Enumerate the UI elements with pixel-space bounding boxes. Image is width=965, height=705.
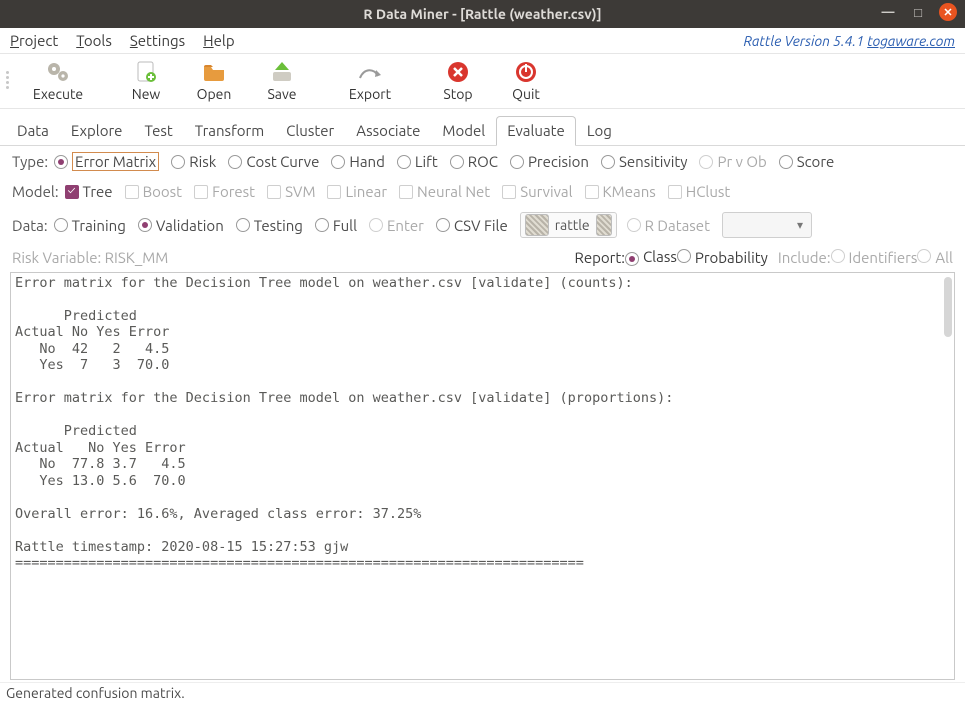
file-icon: [525, 214, 549, 236]
model-forest: Forest: [194, 183, 255, 200]
tab-log[interactable]: Log: [576, 116, 623, 145]
toolbar-handle-icon: [6, 71, 14, 89]
title-bar: R Data Miner - [Rattle (weather.csv)] — …: [0, 0, 965, 28]
export-button[interactable]: Export: [336, 54, 404, 106]
toolbar: Execute New Open Save Export Stop Quit: [0, 54, 965, 109]
new-file-icon: [132, 58, 160, 86]
model-linear: Linear: [327, 183, 387, 200]
report-probability[interactable]: Probability: [677, 249, 768, 266]
menu-tools[interactable]: Tools: [76, 32, 112, 49]
model-label: Model:: [12, 183, 59, 200]
type-prvob: Pr v Ob: [699, 153, 766, 170]
quit-button[interactable]: Quit: [492, 54, 560, 106]
data-validation[interactable]: Validation: [138, 217, 224, 234]
output-panel: Error matrix for the Decision Tree model…: [10, 272, 955, 680]
model-row: Model: Tree Boost Forest SVM Linear Neur…: [0, 177, 965, 206]
menu-project[interactable]: Project: [10, 32, 58, 49]
model-tree[interactable]: Tree: [65, 183, 113, 200]
minimize-icon[interactable]: —: [879, 3, 897, 21]
data-full[interactable]: Full: [315, 217, 357, 234]
model-hclust: HClust: [668, 183, 731, 200]
version-link[interactable]: togaware.com: [867, 33, 955, 49]
tab-data[interactable]: Data: [6, 116, 60, 145]
data-enter: Enter: [369, 217, 424, 234]
type-score[interactable]: Score: [779, 153, 835, 170]
report-row: Risk Variable: RISK_MM Report: Class Pro…: [0, 244, 965, 272]
data-testing[interactable]: Testing: [236, 217, 303, 234]
menu-settings[interactable]: Settings: [130, 32, 185, 49]
status-text: Generated confusion matrix.: [6, 685, 185, 701]
tab-cluster[interactable]: Cluster: [275, 116, 345, 145]
tab-test[interactable]: Test: [133, 116, 183, 145]
status-bar: Generated confusion matrix.: [0, 682, 965, 705]
tab-evaluate[interactable]: Evaluate: [496, 116, 576, 146]
include-identifiers: Identifiers: [831, 249, 918, 266]
type-precision[interactable]: Precision: [510, 153, 589, 170]
data-label: Data:: [12, 217, 48, 234]
model-survival: Survival: [502, 183, 572, 200]
save-button[interactable]: Save: [248, 54, 316, 106]
type-error-matrix[interactable]: Error Matrix: [54, 152, 159, 171]
include-label: Include:: [778, 249, 831, 266]
window-title: R Data Miner - [Rattle (weather.csv)]: [363, 6, 601, 22]
model-boost: Boost: [125, 183, 182, 200]
rdataset-combo: [722, 212, 812, 238]
model-svm: SVM: [267, 183, 315, 200]
menu-help[interactable]: Help: [203, 32, 234, 49]
export-icon: [356, 58, 384, 86]
power-icon: [512, 58, 540, 86]
type-sensitivity[interactable]: Sensitivity: [601, 153, 687, 170]
tab-associate[interactable]: Associate: [345, 116, 431, 145]
model-neural: Neural Net: [399, 183, 490, 200]
tab-explore[interactable]: Explore: [60, 116, 134, 145]
open-button[interactable]: Open: [180, 54, 248, 106]
output-text[interactable]: Error matrix for the Decision Tree model…: [11, 273, 954, 679]
report-label: Report:: [575, 249, 625, 266]
csv-file-chooser[interactable]: rattle: [520, 212, 617, 238]
stop-button[interactable]: Stop: [424, 54, 492, 106]
tab-transform[interactable]: Transform: [184, 116, 275, 145]
include-all: All: [917, 249, 953, 266]
data-rdataset: R Dataset: [627, 217, 710, 234]
data-training[interactable]: Training: [54, 217, 126, 234]
new-button[interactable]: New: [112, 54, 180, 106]
execute-label: Execute: [33, 86, 83, 102]
folder-open-icon: [200, 58, 228, 86]
maximize-icon[interactable]: □: [909, 3, 927, 21]
close-icon[interactable]: ✕: [939, 3, 957, 21]
data-row: Data: Training Validation Testing Full E…: [0, 206, 965, 244]
tab-bar: Data Explore Test Transform Cluster Asso…: [0, 111, 965, 146]
stop-icon: [444, 58, 472, 86]
risk-variable-label: Risk Variable: RISK_MM: [12, 249, 168, 266]
tab-model[interactable]: Model: [431, 116, 496, 145]
type-roc[interactable]: ROC: [450, 153, 498, 170]
type-lift[interactable]: Lift: [397, 153, 438, 170]
file-browse-icon: [596, 214, 612, 236]
model-kmeans: KMeans: [585, 183, 656, 200]
type-risk[interactable]: Risk: [171, 153, 216, 170]
type-cost-curve[interactable]: Cost Curve: [228, 153, 319, 170]
save-disk-icon: [268, 58, 296, 86]
report-class[interactable]: Class: [625, 248, 677, 266]
menu-bar: Project Tools Settings Help Rattle Versi…: [0, 28, 965, 54]
scrollbar-thumb[interactable]: [944, 277, 952, 337]
version-label: Rattle Version 5.4.1 togaware.com: [743, 33, 955, 49]
type-hand[interactable]: Hand: [331, 153, 385, 170]
execute-button[interactable]: Execute: [24, 54, 92, 106]
data-csvfile[interactable]: CSV File: [436, 217, 508, 234]
type-label: Type:: [12, 153, 48, 170]
type-row: Type: Error Matrix Risk Cost Curve Hand …: [0, 146, 965, 177]
gears-icon: [44, 58, 72, 86]
